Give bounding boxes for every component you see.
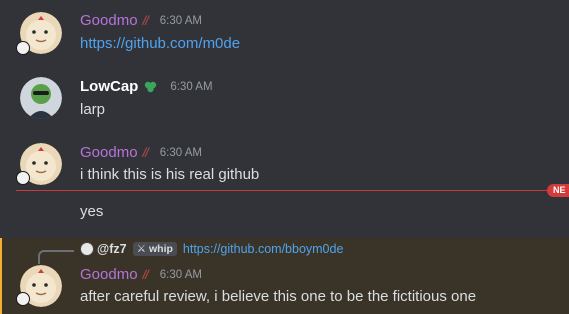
mention-highlight-bar: [0, 238, 2, 314]
username[interactable]: Goodmo: [80, 12, 138, 29]
timestamp[interactable]: 6:30 AM: [160, 269, 202, 281]
reply-author[interactable]: @fz7: [97, 242, 127, 256]
message-text: i think this is his real github: [80, 166, 260, 183]
server-tag: ⚔ whip: [132, 242, 177, 256]
role-tag: //: [142, 145, 149, 160]
server-tag-label: whip: [148, 243, 173, 255]
username[interactable]: LowCap: [80, 78, 138, 95]
soccer-ball-icon: [16, 171, 30, 185]
role-tag: //: [142, 13, 149, 28]
reply-avatar: [80, 242, 94, 256]
message-link[interactable]: https://github.com/m0de: [80, 35, 240, 52]
timestamp[interactable]: 6:30 AM: [170, 81, 212, 93]
message-text-followup: yes: [80, 203, 104, 220]
role-tag: //: [142, 267, 149, 282]
soccer-ball-icon: [16, 292, 30, 306]
reply-spine: [38, 250, 74, 264]
username[interactable]: Goodmo: [80, 144, 138, 161]
timestamp[interactable]: 6:30 AM: [160, 15, 202, 27]
new-messages-badge: NE: [547, 184, 569, 197]
new-messages-divider: [16, 190, 552, 191]
username[interactable]: Goodmo: [80, 266, 138, 283]
timestamp[interactable]: 6:30 AM: [160, 147, 202, 159]
soccer-ball-icon: [16, 41, 30, 55]
sword-icon: ⚔: [136, 243, 146, 255]
message-text: after careful review, i believe this one…: [80, 288, 477, 305]
message-text: larp: [80, 101, 106, 118]
avatar[interactable]: [20, 77, 62, 119]
clover-icon: [143, 80, 158, 94]
reply-preview[interactable]: @fz7 ⚔ whip https://github.com/bboym0de: [80, 242, 343, 256]
reply-text[interactable]: https://github.com/bboym0de: [183, 242, 344, 256]
